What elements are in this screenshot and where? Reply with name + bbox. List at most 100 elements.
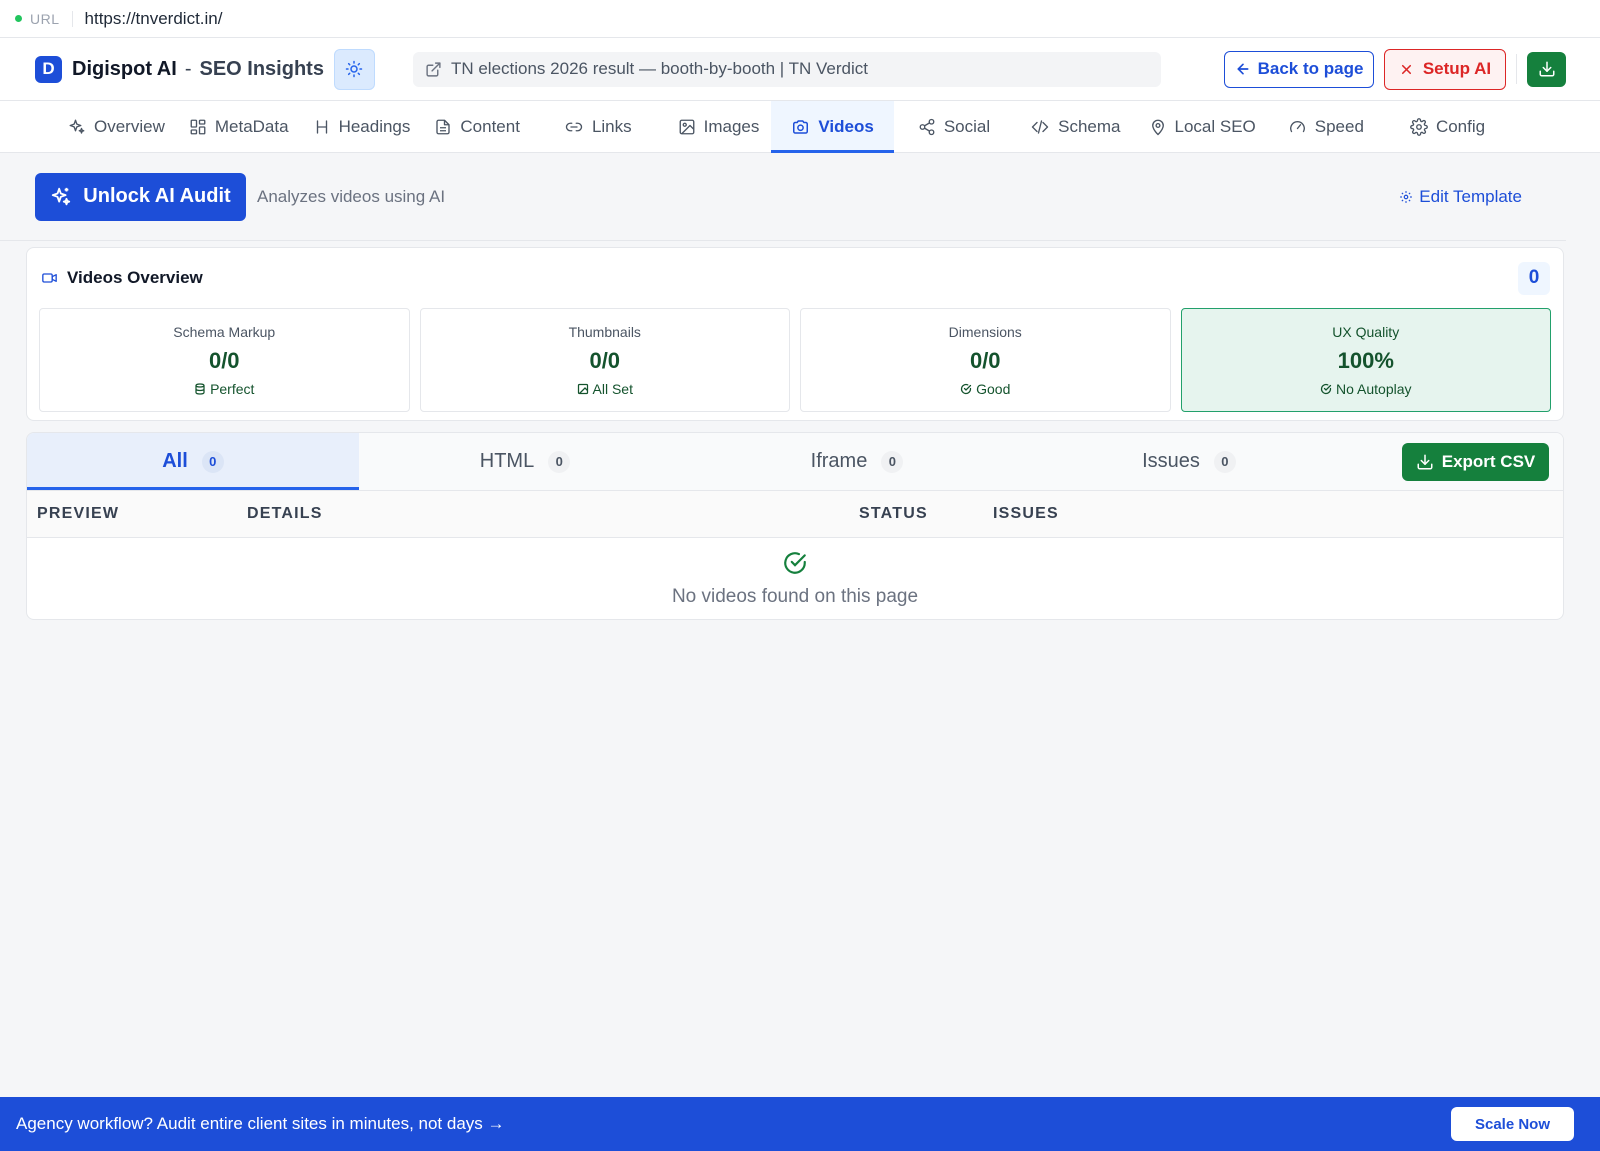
table-header: PREVIEW DETAILS STATUS ISSUES xyxy=(27,491,1563,538)
check-circle-icon xyxy=(1320,383,1332,395)
column-header-preview: PREVIEW xyxy=(37,505,120,522)
tab-videos[interactable]: Videos xyxy=(771,101,895,153)
unlock-ai-audit-button[interactable]: Unlock AI Audit xyxy=(35,172,246,221)
stat-card-schema-markup: Schema Markup 0/0 Perfect xyxy=(39,308,410,412)
video-count-badge: 0 xyxy=(1518,261,1550,295)
tab-label: Config xyxy=(1435,116,1486,136)
database-icon xyxy=(194,382,206,395)
stat-value: 100% xyxy=(1337,347,1394,373)
url-bar: URL https://tnverdict.in/ xyxy=(0,0,1600,38)
tab-label: Local SEO xyxy=(1174,116,1256,136)
stat-card-ux-quality: UX Quality 100% No Autoplay xyxy=(1180,308,1551,412)
app-header: D Digispot AI - SEO Insights TN election… xyxy=(0,38,1600,101)
tab-config[interactable]: Config xyxy=(1376,101,1497,152)
tab-content[interactable]: Content xyxy=(422,101,532,152)
overview-title: Videos Overview xyxy=(67,268,203,287)
tab-links[interactable]: Links xyxy=(532,101,644,152)
unlock-ai-audit-label: Unlock AI Audit xyxy=(83,185,231,207)
check-circle-icon xyxy=(782,550,808,576)
stat-label: UX Quality xyxy=(1332,323,1400,340)
column-header-issues: ISSUES xyxy=(993,505,1059,522)
tab-label: Issues xyxy=(1142,450,1200,472)
video-camera-icon xyxy=(40,270,59,286)
tab-label: Iframe xyxy=(810,450,868,472)
filter-tab-all[interactable]: All 0 xyxy=(27,433,359,490)
tab-label: Speed xyxy=(1314,116,1364,136)
stat-label: Thumbnails xyxy=(568,323,641,340)
arrow-left-icon xyxy=(1235,61,1251,77)
videos-table-card: All 0 HTML 0 Iframe 0 Issues 0 Export CS… xyxy=(26,432,1564,620)
download-button[interactable] xyxy=(1527,51,1566,87)
tab-speed[interactable]: Speed xyxy=(1268,101,1376,152)
stat-card-dimensions: Dimensions 0/0 Good xyxy=(800,308,1171,412)
count-badge: 0 xyxy=(1213,450,1236,473)
tab-label: HTML xyxy=(479,450,535,472)
product-name: SEO Insights xyxy=(199,57,324,80)
tab-headings[interactable]: Headings xyxy=(301,101,423,152)
sparkle-icon xyxy=(50,186,72,208)
empty-state-message: No videos found on this page xyxy=(671,586,919,607)
tab-images[interactable]: Images xyxy=(644,101,772,152)
page-title-field[interactable]: TN elections 2026 result — booth-by-boot… xyxy=(412,51,1161,87)
tab-local-seo[interactable]: Local SEO xyxy=(1133,101,1268,152)
filter-tab-html[interactable]: HTML 0 xyxy=(359,433,691,490)
export-csv-button[interactable]: Export CSV xyxy=(1402,442,1549,481)
stat-footnote: Good xyxy=(976,380,1011,397)
page-title: TN elections 2026 result — booth-by-boot… xyxy=(450,59,868,78)
promo-banner: Agency workflow? Audit entire client sit… xyxy=(0,1097,1600,1151)
count-badge: 0 xyxy=(201,450,224,473)
tab-label: Links xyxy=(591,116,632,136)
back-to-page-button[interactable]: Back to page xyxy=(1224,50,1374,88)
camera-icon xyxy=(791,118,810,136)
url-label: URL xyxy=(30,10,60,27)
filter-tab-iframe[interactable]: Iframe 0 xyxy=(691,433,1023,490)
promo-text[interactable]: Agency workflow? Audit entire client sit… xyxy=(16,1114,505,1134)
status-dot xyxy=(15,15,22,22)
back-to-page-label: Back to page xyxy=(1257,59,1364,78)
tab-label: All xyxy=(162,450,188,472)
logo: D xyxy=(35,55,62,83)
download-icon xyxy=(1416,453,1434,471)
share-icon xyxy=(918,118,936,136)
tab-label: Headings xyxy=(338,116,411,136)
stat-footnote: All Set xyxy=(592,380,633,397)
edit-template-label: Edit Template xyxy=(1419,186,1522,206)
empty-state: No videos found on this page xyxy=(27,538,1563,619)
tab-label: Videos xyxy=(818,116,874,136)
image-icon xyxy=(577,383,589,395)
tab-schema[interactable]: Schema xyxy=(1002,101,1132,152)
ai-audit-bar: Unlock AI Audit Analyzes videos using AI… xyxy=(0,153,1566,241)
tab-metadata[interactable]: MetaData xyxy=(177,101,301,152)
scale-now-button[interactable]: Scale Now xyxy=(1451,1107,1574,1141)
image-icon xyxy=(678,118,696,136)
sparkle-icon xyxy=(68,118,86,136)
sun-icon xyxy=(345,60,363,78)
tab-label: Schema xyxy=(1058,116,1121,136)
stat-value: 0/0 xyxy=(969,347,1001,373)
stat-value: 0/0 xyxy=(208,347,240,373)
brand-name: Digispot AI xyxy=(72,57,177,80)
setup-ai-button[interactable]: Setup AI xyxy=(1384,48,1506,90)
link-icon xyxy=(564,118,584,136)
gear-icon xyxy=(1410,117,1428,136)
stat-value: 0/0 xyxy=(589,347,621,373)
download-icon xyxy=(1538,60,1556,78)
setup-ai-label: Setup AI xyxy=(1422,59,1492,78)
video-filter-tabs: All 0 HTML 0 Iframe 0 Issues 0 Export CS… xyxy=(27,433,1563,491)
url-value[interactable]: https://tnverdict.in/ xyxy=(85,9,223,29)
tab-overview[interactable]: Overview xyxy=(56,101,177,152)
stat-footnote: No Autoplay xyxy=(1336,380,1412,397)
heading-icon xyxy=(313,118,331,136)
tab-social[interactable]: Social xyxy=(894,101,1002,152)
edit-template-link[interactable]: Edit Template xyxy=(1399,187,1522,207)
filter-tab-issues[interactable]: Issues 0 xyxy=(1023,433,1355,490)
theme-toggle-button[interactable] xyxy=(333,48,375,90)
column-header-status: STATUS xyxy=(859,505,928,522)
audit-subtitle: Analyzes videos using AI xyxy=(257,186,446,206)
map-pin-icon xyxy=(1149,118,1167,136)
tab-label: Social xyxy=(943,116,991,136)
close-icon xyxy=(1399,62,1414,77)
divider xyxy=(1516,54,1517,84)
stat-card-thumbnails: Thumbnails 0/0 All Set xyxy=(419,308,790,412)
export-csv-label: Export CSV xyxy=(1441,451,1536,471)
